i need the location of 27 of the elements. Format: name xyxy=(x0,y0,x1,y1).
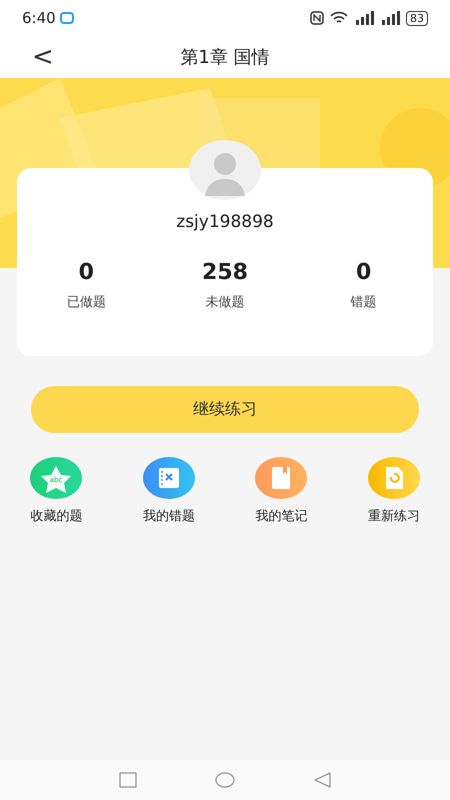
wifi-icon xyxy=(330,11,348,25)
continue-button[interactable]: 继续练习 xyxy=(31,386,419,433)
nfc-icon xyxy=(310,11,324,25)
notes-icon xyxy=(255,457,308,499)
status-time: 6:40 xyxy=(22,9,56,27)
stat-label: 未做题 xyxy=(206,294,244,311)
shortcut-button[interactable]: 我的笔记 xyxy=(225,457,338,525)
message-icon xyxy=(60,12,74,24)
stat-value: 0 xyxy=(356,260,372,285)
username: zsjy198898 xyxy=(176,212,274,232)
back-icon[interactable] xyxy=(313,772,331,788)
avatar-icon xyxy=(189,140,261,200)
page-title: 第1章 国情 xyxy=(180,46,270,69)
stat-value: 258 xyxy=(202,260,248,285)
signal-icon xyxy=(354,11,374,25)
signal-icon xyxy=(380,11,400,25)
stat-label: 已做题 xyxy=(66,294,106,311)
redo-icon xyxy=(368,457,420,499)
back-button[interactable]: < xyxy=(28,42,58,72)
shortcut-button[interactable]: 我的错题 xyxy=(112,457,225,525)
stat-value: 0 xyxy=(78,260,94,285)
shortcut-button[interactable]: 重新练习 xyxy=(338,457,450,525)
wrong-icon xyxy=(142,457,195,499)
recents-icon[interactable] xyxy=(119,772,137,788)
battery-level: 83 xyxy=(406,10,428,26)
stat-label: 错题 xyxy=(350,294,377,311)
home-icon[interactable] xyxy=(215,772,235,788)
